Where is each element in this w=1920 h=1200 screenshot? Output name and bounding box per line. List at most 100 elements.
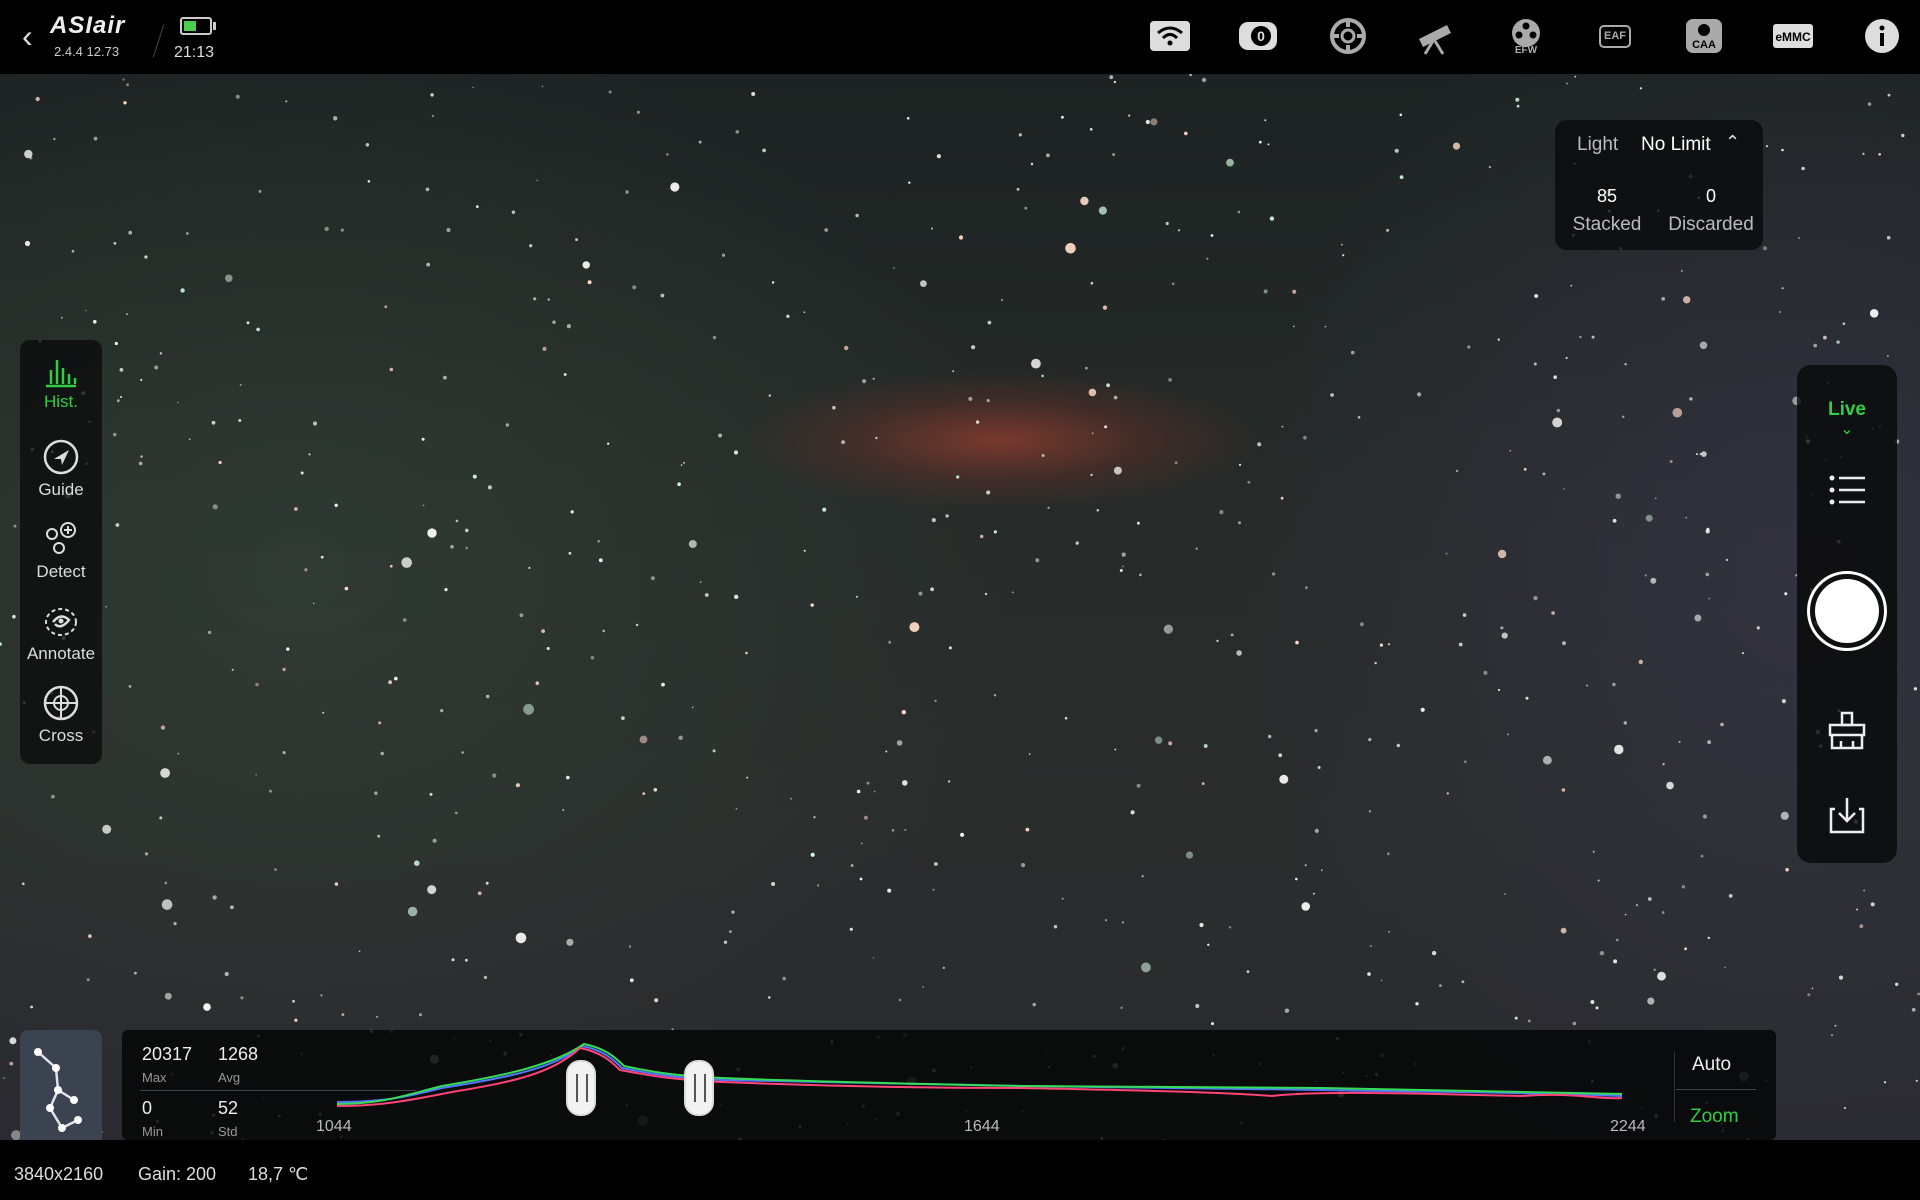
- star: [1075, 541, 1079, 545]
- star: [1104, 919, 1107, 922]
- star: [934, 862, 938, 866]
- star: [859, 877, 863, 881]
- constellation-thumbnail[interactable]: [20, 1030, 102, 1150]
- star: [344, 586, 349, 591]
- star: [1304, 586, 1308, 590]
- star: [607, 442, 610, 445]
- star: [231, 668, 234, 671]
- back-arrow-icon[interactable]: ‹: [22, 18, 33, 55]
- telescope-icon[interactable]: [1412, 16, 1458, 56]
- star: [1662, 763, 1665, 766]
- white-point-slider[interactable]: [683, 1060, 714, 1116]
- star: [863, 815, 868, 820]
- constellation-icon: [34, 1048, 82, 1132]
- caa-icon[interactable]: CAA: [1681, 16, 1727, 56]
- star: [255, 682, 259, 687]
- efw-icon[interactable]: EFW: [1503, 16, 1549, 56]
- chevron-down-icon[interactable]: ⌄: [1832, 419, 1862, 439]
- black-point-slider[interactable]: [566, 1060, 596, 1116]
- star: [704, 593, 709, 597]
- divider: [152, 24, 165, 58]
- star: [455, 811, 458, 815]
- star: [632, 285, 637, 290]
- tool-detect[interactable]: Detect: [20, 520, 102, 582]
- wifi-icon[interactable]: [1147, 16, 1193, 56]
- star: [654, 998, 659, 1003]
- star: [642, 792, 646, 795]
- star: [1563, 488, 1565, 490]
- star: [1533, 362, 1537, 366]
- star: [1592, 850, 1595, 853]
- focuser-target-icon[interactable]: [1325, 16, 1371, 56]
- emmc-icon[interactable]: eMMC: [1770, 16, 1816, 56]
- star: [294, 1018, 298, 1022]
- star: [628, 945, 632, 948]
- star: [582, 261, 590, 269]
- star: [430, 93, 434, 97]
- star: [1612, 518, 1617, 523]
- info-icon[interactable]: [1859, 16, 1905, 56]
- live-mode-toggle[interactable]: Live: [1797, 399, 1897, 421]
- star: [334, 503, 338, 507]
- save-download-icon[interactable]: [1827, 795, 1867, 835]
- star: [1464, 760, 1467, 764]
- star: [1913, 687, 1918, 691]
- star: [637, 110, 640, 114]
- star: [419, 1013, 422, 1017]
- star: [333, 116, 338, 121]
- stack-limit-select[interactable]: No Limit: [1641, 134, 1711, 156]
- star: [1551, 611, 1555, 615]
- camera-gain: Gain: 200: [138, 1164, 217, 1184]
- star: [1035, 558, 1040, 563]
- star: [552, 320, 556, 324]
- star: [1705, 572, 1710, 577]
- star: [1177, 229, 1181, 232]
- stack-info-panel[interactable]: Light No Limit ⌃ 85 Stacked 0 Discarded: [1555, 120, 1763, 250]
- star: [1780, 811, 1789, 820]
- star: [566, 775, 570, 780]
- tool-guide[interactable]: Guide: [20, 438, 102, 500]
- star: [1386, 228, 1390, 232]
- star: [384, 305, 388, 309]
- star: [920, 280, 927, 287]
- battery-level: [184, 21, 196, 31]
- star: [1207, 943, 1210, 946]
- star: [1065, 243, 1076, 254]
- star: [450, 544, 454, 549]
- star: [660, 293, 665, 298]
- star: [1237, 210, 1241, 214]
- star: [388, 680, 392, 685]
- star: [893, 267, 895, 269]
- star: [1497, 549, 1507, 559]
- chevron-up-icon[interactable]: ⌃: [1725, 132, 1740, 153]
- star: [1685, 516, 1688, 519]
- star: [1570, 284, 1573, 287]
- star: [1911, 1007, 1916, 1012]
- camera-icon[interactable]: 0: [1235, 16, 1281, 56]
- eaf-icon[interactable]: EAF: [1592, 16, 1638, 56]
- tool-annotate[interactable]: Annotate: [20, 602, 102, 664]
- tool-cross[interactable]: Cross: [20, 684, 102, 746]
- star: [1279, 774, 1289, 784]
- star: [239, 383, 242, 386]
- star: [841, 440, 845, 444]
- star: [102, 824, 112, 834]
- zoom-button[interactable]: Zoom: [1690, 1106, 1739, 1128]
- star: [1635, 904, 1638, 907]
- tool-hist[interactable]: Hist.: [20, 356, 102, 412]
- star: [782, 976, 786, 981]
- star: [422, 504, 425, 507]
- histogram-icon: [46, 360, 77, 388]
- auto-stretch-button[interactable]: Auto: [1692, 1054, 1731, 1076]
- star: [1264, 119, 1267, 122]
- star: [0, 642, 2, 646]
- list-icon[interactable]: [1827, 473, 1867, 507]
- star: [320, 994, 323, 997]
- star: [718, 433, 723, 438]
- star: [53, 137, 56, 141]
- star: [492, 773, 497, 778]
- clear-stack-broom-icon[interactable]: [1827, 711, 1867, 751]
- shutter-button[interactable]: [1807, 571, 1887, 651]
- star: [1811, 987, 1814, 990]
- tool-hist-label: Hist.: [44, 392, 78, 411]
